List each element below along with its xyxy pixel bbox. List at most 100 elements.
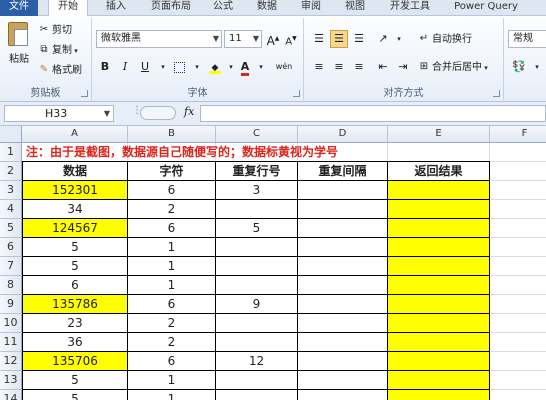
interval-cell[interactable] bbox=[298, 314, 388, 333]
table-header-cell[interactable]: 数据 bbox=[22, 161, 128, 181]
paste-button[interactable]: 粘贴 bbox=[4, 20, 34, 74]
row-header[interactable]: 4 bbox=[0, 200, 22, 219]
font-size-select[interactable]: 11 ▼ bbox=[224, 30, 262, 48]
tab-view[interactable]: 视图 bbox=[338, 0, 372, 16]
result-cell[interactable] bbox=[388, 238, 490, 257]
table-header-cell[interactable]: 重复行号 bbox=[216, 161, 298, 181]
bold-button[interactable]: B bbox=[96, 58, 114, 76]
chars-cell[interactable]: 2 bbox=[128, 200, 216, 219]
row-header[interactable]: 8 bbox=[0, 276, 22, 295]
cell[interactable] bbox=[490, 352, 546, 371]
table-header-cell[interactable]: 返回结果 bbox=[388, 161, 490, 181]
data-cell[interactable]: 5 bbox=[22, 238, 128, 257]
chars-cell[interactable]: 6 bbox=[128, 352, 216, 371]
result-cell[interactable] bbox=[388, 257, 490, 276]
currency-icon[interactable]: 💱 bbox=[510, 58, 528, 76]
align-right-icon[interactable]: ≡ bbox=[350, 58, 368, 76]
borders-button[interactable] bbox=[170, 58, 188, 76]
align-bottom-icon[interactable]: ☰ bbox=[350, 30, 368, 48]
repeat-row-cell[interactable]: 3 bbox=[216, 181, 298, 200]
chars-cell[interactable]: 1 bbox=[128, 371, 216, 390]
interval-cell[interactable] bbox=[298, 238, 388, 257]
expand-circle-icon[interactable] bbox=[140, 106, 176, 120]
align-middle-icon[interactable]: ☰ bbox=[330, 30, 348, 48]
tab-data[interactable]: 数据 bbox=[250, 0, 284, 16]
cell[interactable] bbox=[490, 238, 546, 257]
cell[interactable] bbox=[490, 200, 546, 219]
result-cell[interactable] bbox=[388, 352, 490, 371]
data-cell[interactable]: 6 bbox=[22, 276, 128, 295]
tab-home[interactable]: 开始 bbox=[48, 0, 88, 17]
data-cell[interactable]: 135786 bbox=[22, 295, 128, 314]
copy-button[interactable]: ⧉ 复制 ▾ bbox=[38, 42, 77, 59]
table-header-cell[interactable]: 重复间隔 bbox=[298, 161, 388, 181]
repeat-row-cell[interactable]: 9 bbox=[216, 295, 298, 314]
cell[interactable] bbox=[490, 371, 546, 390]
column-header-c[interactable]: C bbox=[216, 126, 298, 143]
tab-file[interactable]: 文件 bbox=[0, 0, 38, 16]
chars-cell[interactable]: 1 bbox=[128, 276, 216, 295]
row-header[interactable]: 12 bbox=[0, 352, 22, 371]
column-header-f[interactable]: F bbox=[490, 126, 546, 143]
shrink-font-button[interactable]: A▼ bbox=[282, 30, 300, 48]
tab-power-query[interactable]: Power Query bbox=[448, 0, 524, 16]
result-cell[interactable] bbox=[388, 295, 490, 314]
data-cell[interactable]: 36 bbox=[22, 333, 128, 352]
font-color-dropdown[interactable]: ▾ bbox=[252, 58, 270, 76]
repeat-row-cell[interactable]: 12 bbox=[216, 352, 298, 371]
chars-cell[interactable]: 6 bbox=[128, 219, 216, 238]
result-cell[interactable] bbox=[388, 314, 490, 333]
row-header[interactable]: 13 bbox=[0, 371, 22, 390]
interval-cell[interactable] bbox=[298, 352, 388, 371]
repeat-row-cell[interactable] bbox=[216, 200, 298, 219]
interval-cell[interactable] bbox=[298, 390, 388, 400]
repeat-row-cell[interactable] bbox=[216, 390, 298, 400]
result-cell[interactable] bbox=[388, 390, 490, 400]
result-cell[interactable] bbox=[388, 276, 490, 295]
cell[interactable] bbox=[490, 390, 546, 400]
merge-center-button[interactable]: ⊞ 合并后居中 ▾ bbox=[418, 59, 488, 76]
result-cell[interactable] bbox=[388, 200, 490, 219]
row-header[interactable]: 14 bbox=[0, 390, 22, 400]
cell[interactable] bbox=[490, 143, 546, 162]
row-header[interactable]: 2 bbox=[0, 162, 22, 181]
result-cell[interactable] bbox=[388, 181, 490, 200]
font-name-select[interactable]: 微软雅黑 ▼ bbox=[96, 30, 222, 48]
data-cell[interactable]: 135706 bbox=[22, 352, 128, 371]
data-cell[interactable]: 124567 bbox=[22, 219, 128, 238]
orientation-dropdown[interactable]: ▾ bbox=[390, 30, 408, 48]
repeat-row-cell[interactable]: 5 bbox=[216, 219, 298, 238]
repeat-row-cell[interactable] bbox=[216, 333, 298, 352]
interval-cell[interactable] bbox=[298, 276, 388, 295]
chars-cell[interactable]: 6 bbox=[128, 181, 216, 200]
cell[interactable] bbox=[490, 295, 546, 314]
repeat-row-cell[interactable] bbox=[216, 371, 298, 390]
interval-cell[interactable] bbox=[298, 200, 388, 219]
column-header-a[interactable]: A bbox=[22, 126, 128, 143]
cell[interactable] bbox=[490, 219, 546, 238]
cell[interactable] bbox=[490, 314, 546, 333]
phonetic-button[interactable]: wén bbox=[270, 58, 298, 76]
tab-page-layout[interactable]: 页面布局 bbox=[142, 0, 200, 16]
tab-formulas[interactable]: 公式 bbox=[206, 0, 240, 16]
align-center-icon[interactable]: ≡ bbox=[330, 58, 348, 76]
decrease-indent-icon[interactable]: ⇤ bbox=[374, 58, 392, 76]
interval-cell[interactable] bbox=[298, 295, 388, 314]
cell[interactable] bbox=[490, 161, 546, 181]
result-cell[interactable] bbox=[388, 371, 490, 390]
chars-cell[interactable]: 2 bbox=[128, 314, 216, 333]
interval-cell[interactable] bbox=[298, 333, 388, 352]
font-launcher-icon[interactable] bbox=[293, 90, 300, 97]
cut-button[interactable]: ✂ 剪切 bbox=[38, 22, 72, 39]
column-header-b[interactable]: B bbox=[128, 126, 216, 143]
data-cell[interactable]: 23 bbox=[22, 314, 128, 333]
interval-cell[interactable] bbox=[298, 257, 388, 276]
formula-input[interactable] bbox=[200, 105, 546, 122]
row-header[interactable]: 1 bbox=[0, 143, 22, 162]
row-header[interactable]: 3 bbox=[0, 181, 22, 200]
row-header[interactable]: 7 bbox=[0, 257, 22, 276]
cell[interactable] bbox=[490, 257, 546, 276]
interval-cell[interactable] bbox=[298, 219, 388, 238]
chars-cell[interactable]: 1 bbox=[128, 390, 216, 400]
row-header[interactable]: 11 bbox=[0, 333, 22, 352]
